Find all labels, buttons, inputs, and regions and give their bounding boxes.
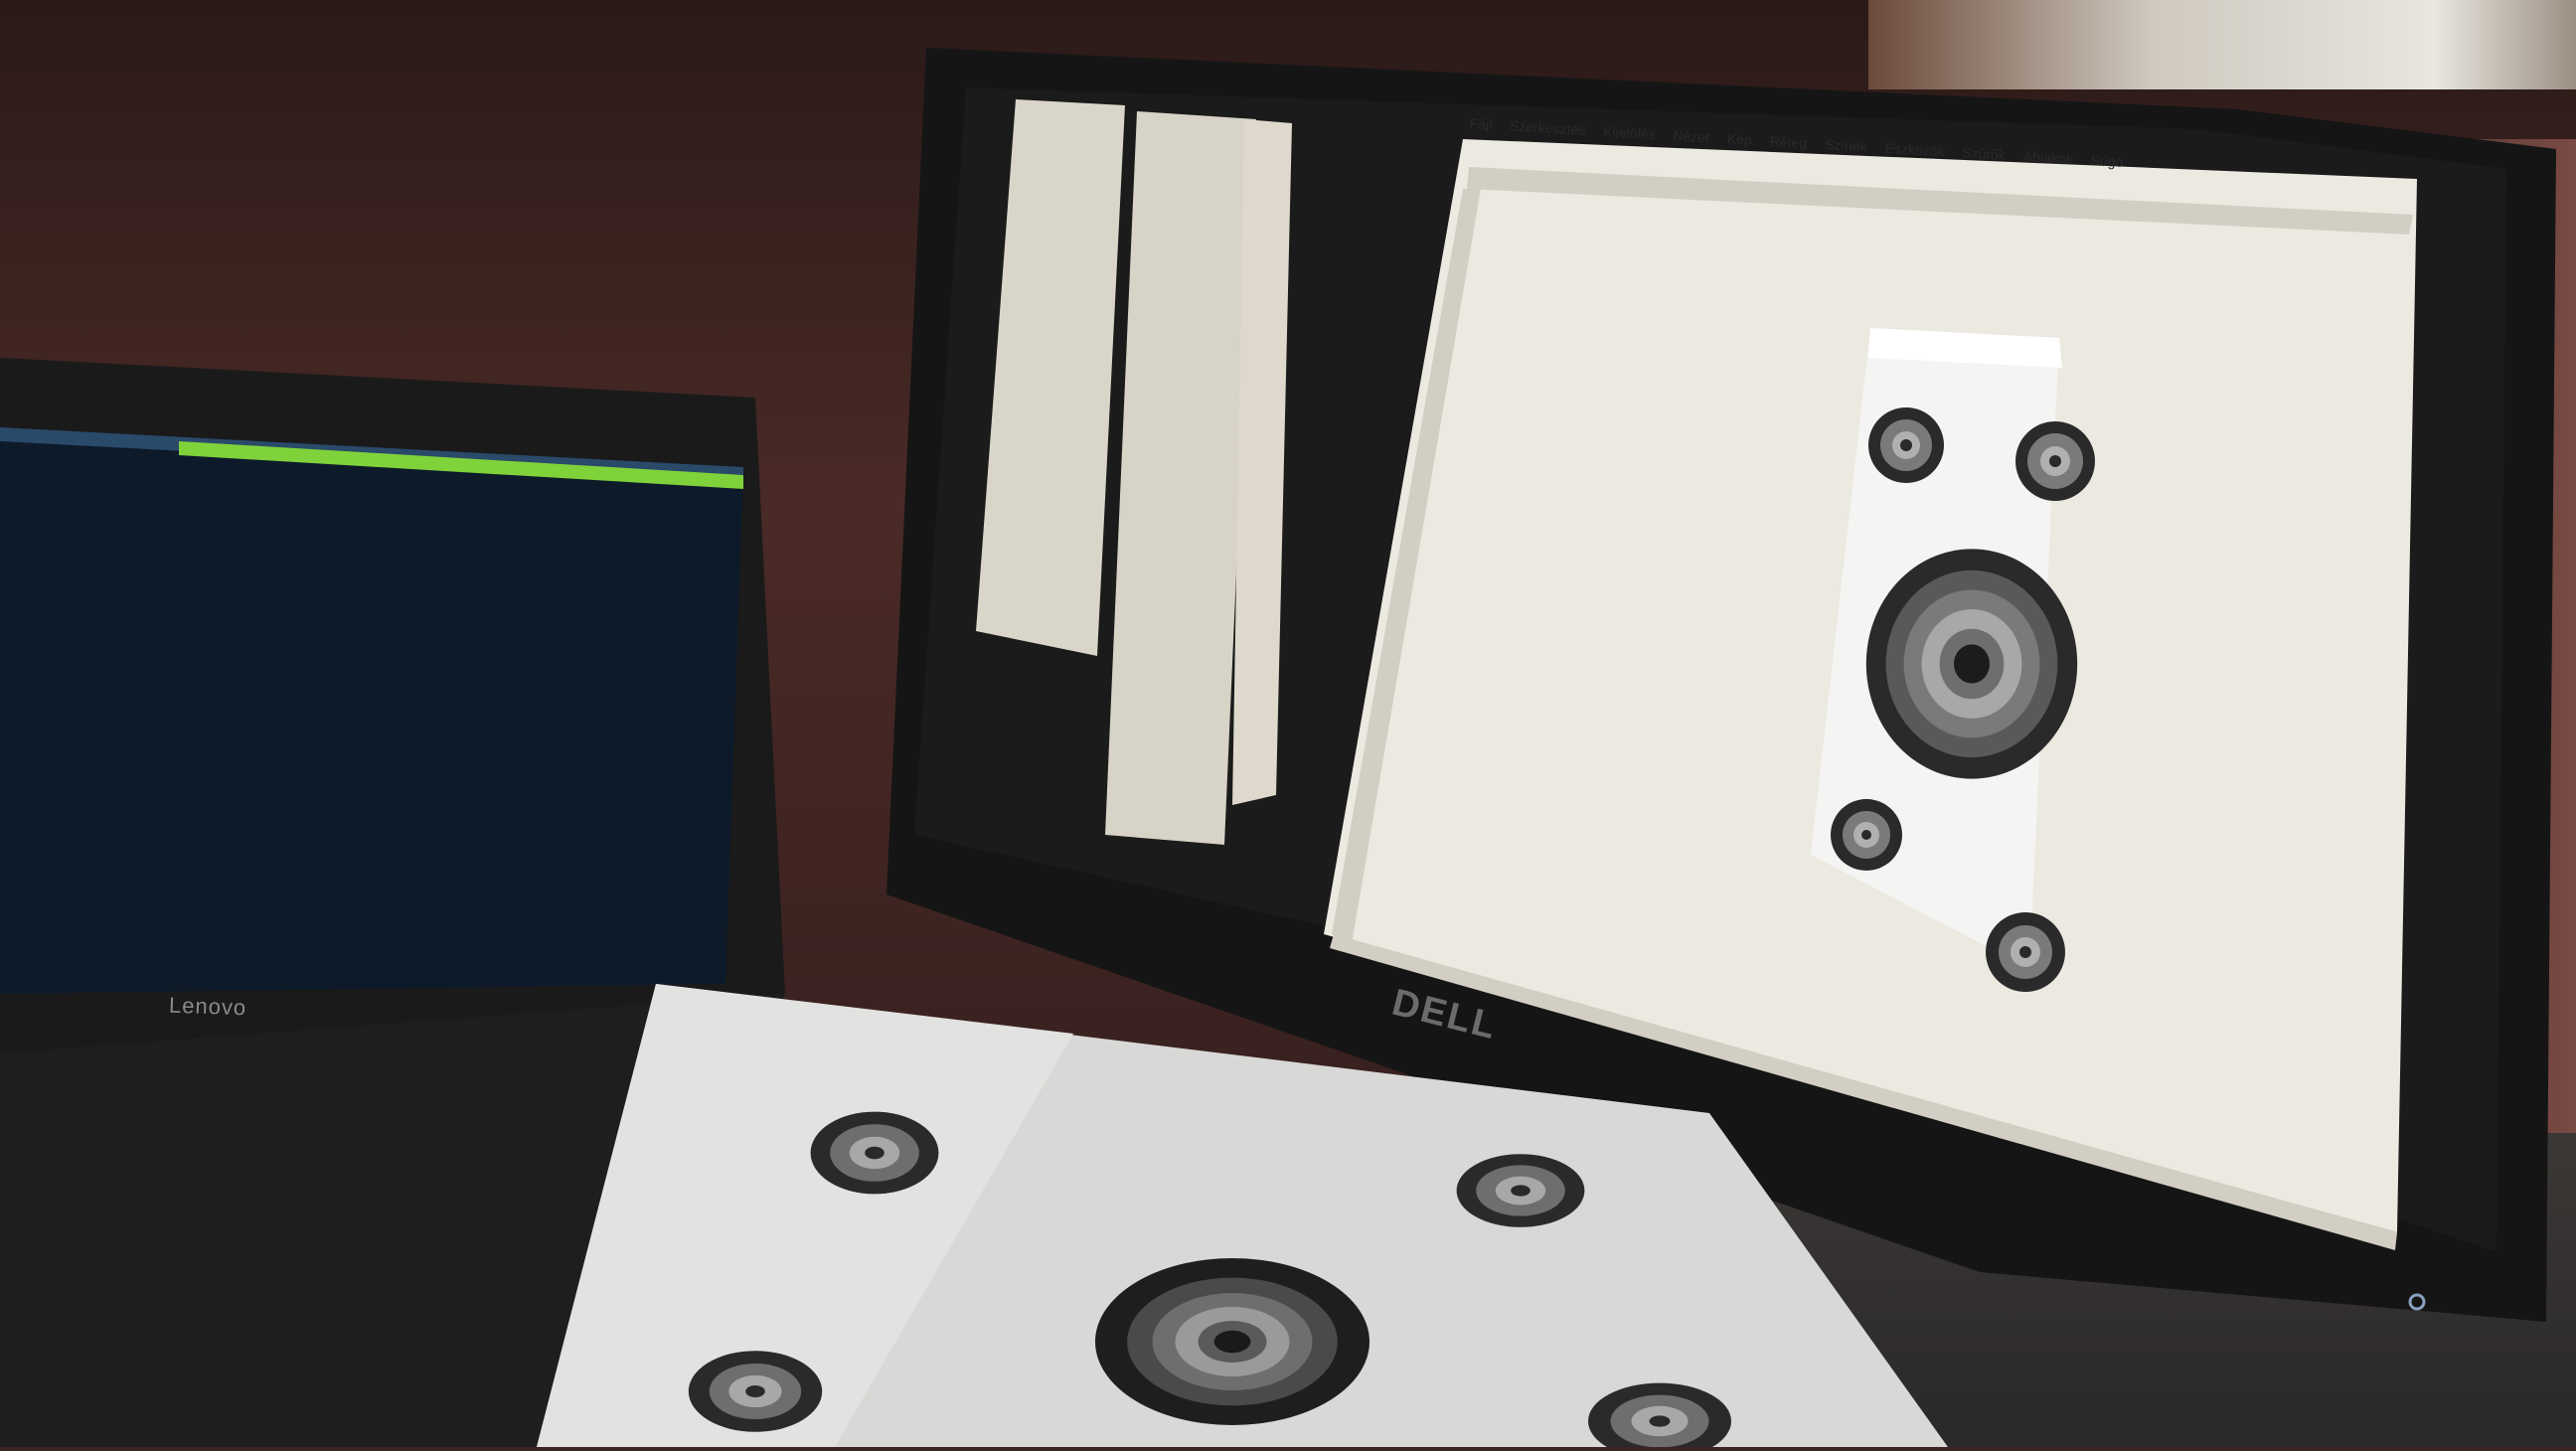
laptop-brand: Lenovo <box>168 992 247 1021</box>
terminal-output <box>8 457 724 994</box>
paper-target-bl <box>688 1351 823 1432</box>
corner-target-br <box>1986 912 2065 992</box>
menu-select[interactable]: Kijelölés <box>1603 123 1656 142</box>
menu-windows[interactable]: Ablakok <box>2022 148 2073 167</box>
paper-main-target <box>1095 1258 1369 1425</box>
menu-view[interactable]: Nézet <box>1673 127 1709 145</box>
corner-target-tl <box>1868 407 1944 483</box>
menu-image[interactable]: Kép <box>1726 130 1752 147</box>
menu-help[interactable]: Súgó <box>2090 152 2124 170</box>
menu-tools[interactable]: Eszközök <box>1884 140 1945 160</box>
menu-colors[interactable]: Színek <box>1825 136 1868 155</box>
paper-target-tr <box>1456 1154 1585 1227</box>
corner-target-tr <box>2015 421 2095 501</box>
menu-edit[interactable]: Szerkesztés <box>1510 117 1586 137</box>
menu-file[interactable]: Fájl <box>1469 115 1492 132</box>
menu-layer[interactable]: Réteg <box>1769 133 1807 151</box>
paper-target-tl <box>810 1111 939 1195</box>
corner-target-bl <box>1831 799 1902 871</box>
paper-drawing <box>537 984 1948 1451</box>
printed-target-sheet <box>537 974 1948 1451</box>
main-target <box>1865 549 2078 779</box>
menu-filters[interactable]: Szűrők <box>1962 144 2006 163</box>
